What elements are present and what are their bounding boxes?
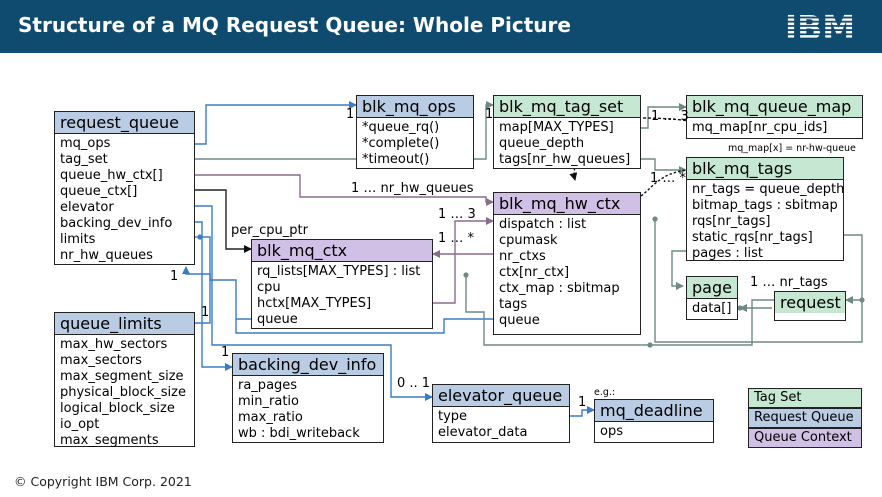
field-hw-queue: queue bbox=[499, 313, 540, 328]
elevator-queue-box: elevator_queue type elevator_data bbox=[432, 384, 570, 443]
field-tag-set: tag_set bbox=[60, 152, 108, 167]
field-nr-ctxs: nr_ctxs bbox=[499, 249, 546, 264]
field-ops: ops bbox=[600, 424, 623, 439]
limits-multiplicity: 1 bbox=[201, 305, 210, 320]
limits-rq-multiplicity: 1 bbox=[170, 269, 179, 284]
field-tags: tags[nr_hw_queues] bbox=[499, 152, 631, 167]
field-queue-rq: *queue_rq() bbox=[362, 120, 440, 135]
blk-mq-queue-map-title: blk_mq_queue_map bbox=[687, 96, 862, 118]
field-max-hw-sectors: max_hw_sectors bbox=[60, 337, 168, 352]
copyright-footer: © Copyright IBM Corp. 2021 bbox=[14, 474, 192, 489]
field-logical-block-size: logical_block_size bbox=[60, 401, 175, 416]
field-wb: wb : bdi_writeback bbox=[238, 426, 360, 441]
tags-multiplicity: 1 … * bbox=[650, 171, 687, 186]
field-min-ratio: min_ratio bbox=[238, 394, 299, 409]
field-max-ratio: max_ratio bbox=[238, 410, 303, 425]
field-mq-map: mq_map[nr_cpu_ids] bbox=[692, 120, 828, 135]
queue-map-multiplicity: 1 … 3 bbox=[651, 109, 689, 124]
tagset-multiplicity: 1 bbox=[485, 107, 494, 122]
field-ra-pages: ra_pages bbox=[238, 378, 298, 393]
field-nr-tags: nr_tags = queue_depth bbox=[692, 182, 845, 197]
legend-tag-set: Tag Set bbox=[748, 388, 862, 408]
field-type: type bbox=[438, 409, 468, 424]
blk-mq-hw-ctx-box: blk_mq_hw_ctx dispatch : list cpumask nr… bbox=[493, 192, 641, 335]
mq-deadline-title: mq_deadline bbox=[595, 400, 713, 422]
legend-request-queue: Request Queue bbox=[748, 408, 862, 428]
backing-dev-info-title: backing_dev_info bbox=[233, 354, 383, 376]
hw-ctx-multiplicity: 1 … * bbox=[438, 231, 475, 246]
page-box: page data[] bbox=[686, 276, 738, 320]
field-data: data[] bbox=[692, 301, 732, 316]
field-ctx-queue: queue bbox=[257, 312, 298, 327]
field-elevator-data: elevator_data bbox=[438, 425, 528, 440]
field-dispatch: dispatch : list bbox=[499, 217, 587, 232]
blk-mq-tags-box: blk_mq_tags nr_tags = queue_depth bitmap… bbox=[686, 157, 844, 261]
request-queue-title: request_queue bbox=[55, 112, 194, 134]
blk-mq-ctx-title: blk_mq_ctx bbox=[252, 240, 432, 262]
queue-limits-box: queue_limits max_hw_sectors max_sectors … bbox=[54, 312, 195, 448]
field-nr-hw-queues: nr_hw_queues bbox=[60, 248, 153, 263]
field-bitmap-tags: bitmap_tags : sbitmap bbox=[692, 198, 838, 213]
ops-multiplicity: 1 bbox=[346, 107, 355, 122]
mq-map-note: mq_map[x] = nr-hw-queue bbox=[728, 143, 856, 154]
queue-limits-title: queue_limits bbox=[55, 313, 194, 335]
deadline-multiplicity: 1 bbox=[578, 395, 587, 410]
field-limits: limits bbox=[60, 232, 96, 247]
field-pages: pages : list bbox=[692, 246, 763, 261]
bdi-multiplicity: 1 bbox=[221, 345, 230, 360]
field-complete: *complete() bbox=[362, 136, 440, 151]
field-rqs: rqs[nr_tags] bbox=[692, 214, 771, 229]
field-timeout: *timeout() bbox=[362, 152, 430, 167]
legend-queue-context: Queue Context bbox=[748, 428, 862, 448]
field-max-sectors: max_sectors bbox=[60, 353, 142, 368]
blk-mq-tags-title: blk_mq_tags bbox=[687, 158, 843, 180]
blk-mq-queue-map-box: blk_mq_queue_map mq_map[nr_cpu_ids] bbox=[686, 95, 863, 139]
field-map: map[MAX_TYPES] bbox=[499, 120, 614, 135]
field-backing-dev-info: backing_dev_info bbox=[60, 216, 173, 231]
blk-mq-ctx-box: blk_mq_ctx rq_lists[MAX_TYPES] : list cp… bbox=[251, 239, 433, 329]
elevator-queue-title: elevator_queue bbox=[433, 385, 569, 407]
blk-mq-tag-set-box: blk_mq_tag_set map[MAX_TYPES] queue_dept… bbox=[493, 95, 641, 169]
blk-mq-ops-box: blk_mq_ops *queue_rq() *complete() *time… bbox=[356, 95, 474, 169]
eg-label: e.g.: bbox=[594, 387, 616, 398]
field-physical-block-size: physical_block_size bbox=[60, 385, 186, 400]
field-max-segment-size: max_segment_size bbox=[60, 369, 184, 384]
blk-mq-hw-ctx-title: blk_mq_hw_ctx bbox=[494, 193, 640, 215]
mq-deadline-box: mq_deadline ops bbox=[594, 399, 714, 443]
field-ctx-map: ctx_map : sbitmap bbox=[499, 281, 620, 296]
field-elevator: elevator bbox=[60, 200, 114, 215]
blk-mq-tag-set-title: blk_mq_tag_set bbox=[494, 96, 640, 118]
field-rq-lists: rq_lists[MAX_TYPES] : list bbox=[257, 264, 421, 279]
field-queue-hw-ctx: queue_hw_ctx[] bbox=[60, 168, 163, 183]
field-cpu: cpu bbox=[257, 280, 281, 295]
field-max-segments: max_segments bbox=[60, 433, 159, 448]
field-mq-ops: mq_ops bbox=[60, 136, 111, 151]
elevator-multiplicity: 0 .. 1 bbox=[397, 376, 431, 391]
field-queue-ctx: queue_ctx[] bbox=[60, 184, 138, 199]
request-title: request bbox=[775, 292, 845, 313]
blk-mq-ops-title: blk_mq_ops bbox=[357, 96, 473, 118]
request-box: request bbox=[774, 291, 846, 321]
field-hctx: hctx[MAX_TYPES] bbox=[257, 296, 372, 311]
page-title-cell: page bbox=[687, 277, 737, 299]
ctx-hw-multiplicity: 1 … 3 bbox=[438, 207, 476, 222]
hw-queues-multiplicity: 1 … nr_hw_queues bbox=[351, 181, 474, 196]
field-io-opt: io_opt bbox=[60, 417, 100, 432]
field-hw-tags: tags bbox=[499, 297, 528, 312]
backing-dev-info-box: backing_dev_info ra_pages min_ratio max_… bbox=[232, 353, 384, 443]
field-ctx: ctx[nr_ctx] bbox=[499, 265, 570, 280]
request-queue-box: request_queue mq_ops tag_set queue_hw_ct… bbox=[54, 111, 195, 265]
per-cpu-ptr-label: per_cpu_ptr bbox=[231, 223, 308, 238]
nr-tags-multiplicity: 1 … nr_tags bbox=[750, 275, 828, 290]
field-static-rqs: static_rqs[nr_tags] bbox=[692, 230, 813, 245]
field-cpumask: cpumask bbox=[499, 233, 558, 248]
field-queue-depth: queue_depth bbox=[499, 136, 585, 151]
